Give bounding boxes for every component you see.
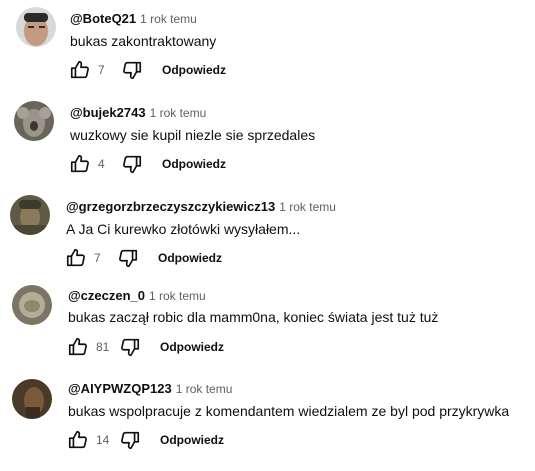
comment: @czeczen_0 1 rok temu bukas zaczął robic … [0, 280, 535, 370]
reply-button[interactable]: Odpowiedz [160, 340, 224, 354]
reply-button[interactable]: Odpowiedz [162, 157, 226, 171]
author-name[interactable]: @AIYPWZQP123 [68, 381, 172, 396]
comment-text: bukas zaczął robic dla mamm0na, koniec ś… [68, 309, 439, 325]
reply-button[interactable]: Odpowiedz [160, 433, 224, 447]
comment-time[interactable]: 1 rok temu [140, 12, 197, 26]
like-button[interactable] [68, 152, 92, 176]
comment-meta: @grzegorzbrzeczyszczykiewicz13 1 rok temu [66, 199, 336, 214]
like-count: 4 [98, 157, 105, 171]
author-name[interactable]: @BoteQ21 [70, 11, 136, 26]
avatar[interactable] [10, 195, 50, 235]
comment-time[interactable]: 1 rok temu [150, 106, 207, 120]
dislike-button[interactable] [116, 246, 140, 270]
comment-meta: @czeczen_0 1 rok temu [68, 288, 206, 303]
comment-text: A Ja Ci kurewko złotówki wysyłałem... [66, 221, 301, 237]
thumbs-down-icon [121, 431, 140, 450]
comment-actions: 14 Odpowiedz [66, 428, 224, 452]
thumbs-up-icon [70, 60, 89, 79]
like-count: 14 [96, 433, 110, 447]
like-count: 81 [96, 340, 110, 354]
reply-button[interactable]: Odpowiedz [158, 251, 222, 265]
thumbs-down-icon [123, 61, 142, 80]
comment-meta: @BoteQ21 1 rok temu [70, 11, 197, 26]
like-button[interactable] [66, 335, 90, 359]
thumbs-up-icon [68, 337, 87, 356]
dislike-button[interactable] [120, 58, 144, 82]
thumbs-up-icon [70, 154, 89, 173]
comment: @BoteQ21 1 rok temu bukas zakontraktowany… [0, 0, 535, 90]
author-name[interactable]: @czeczen_0 [68, 288, 145, 303]
thumbs-up-icon [68, 430, 87, 449]
comment-text: wuzkowy sie kupil niezle sie sprzedales [70, 127, 316, 143]
comment-actions: 7 Odpowiedz [68, 58, 226, 82]
comment: @bujek2743 1 rok temu wuzkowy sie kupil n… [0, 93, 535, 183]
comment-text: bukas zakontraktowany [70, 33, 217, 49]
comment-actions: 81 Odpowiedz [66, 335, 224, 359]
comment-actions: 7 Odpowiedz [64, 246, 222, 270]
comment-time[interactable]: 1 rok temu [279, 200, 336, 214]
dislike-button[interactable] [118, 335, 142, 359]
thumbs-down-icon [121, 338, 140, 357]
like-button[interactable] [64, 246, 88, 270]
avatar[interactable] [14, 101, 54, 141]
comment-time[interactable]: 1 rok temu [149, 289, 206, 303]
comment: @AIYPWZQP123 1 rok temu bukas wspolpracuj… [0, 374, 535, 464]
thumbs-down-icon [119, 249, 138, 268]
dislike-button[interactable] [118, 428, 142, 452]
comment-actions: 4 Odpowiedz [68, 152, 226, 176]
comment-meta: @AIYPWZQP123 1 rok temu [68, 381, 232, 396]
like-count: 7 [94, 251, 101, 265]
like-button[interactable] [66, 428, 90, 452]
reply-button[interactable]: Odpowiedz [162, 63, 226, 77]
comment: @grzegorzbrzeczyszczykiewicz13 1 rok temu… [0, 187, 535, 277]
comment-text: bukas wspolpracuje z komendantem wiedzia… [68, 403, 510, 419]
dislike-button[interactable] [120, 152, 144, 176]
like-count: 7 [98, 63, 105, 77]
avatar[interactable] [12, 285, 52, 325]
avatar[interactable] [16, 7, 56, 47]
thumbs-up-icon [66, 248, 85, 267]
like-button[interactable] [68, 58, 92, 82]
avatar[interactable] [12, 379, 52, 419]
author-name[interactable]: @bujek2743 [70, 105, 146, 120]
comment-time[interactable]: 1 rok temu [176, 382, 233, 396]
comment-meta: @bujek2743 1 rok temu [70, 105, 206, 120]
thumbs-down-icon [123, 155, 142, 174]
author-name[interactable]: @grzegorzbrzeczyszczykiewicz13 [66, 199, 275, 214]
